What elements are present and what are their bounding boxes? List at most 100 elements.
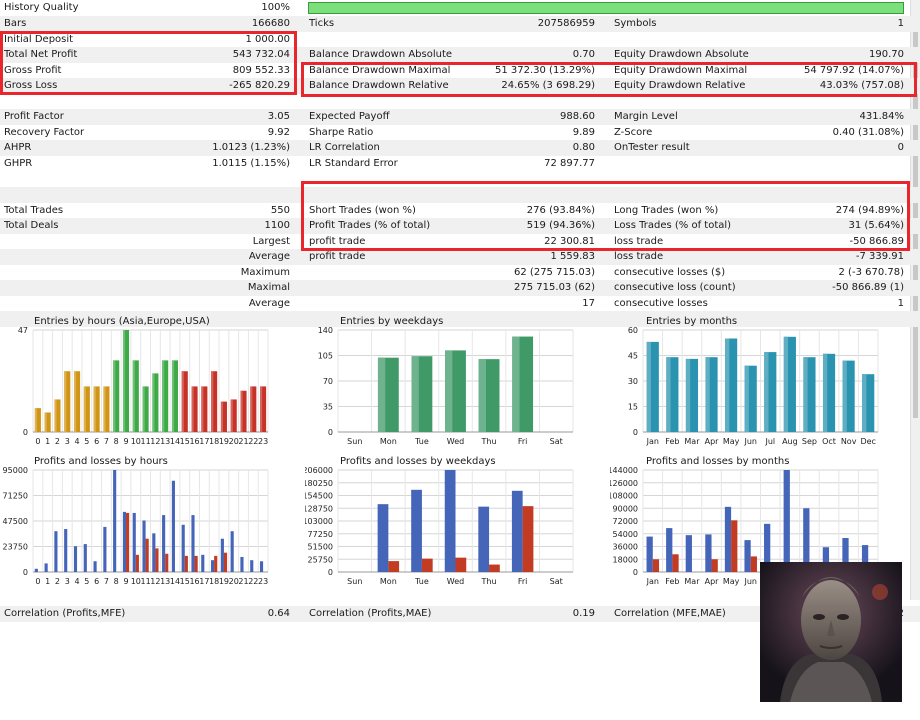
y-tick-label: 0 [23, 428, 28, 437]
cell-label: profit trade [309, 251, 366, 262]
chart-title: Profits and losses by weekdays [340, 456, 496, 467]
x-tick-label: 7 [104, 577, 109, 586]
bar-profit [171, 480, 175, 572]
report-row [0, 187, 920, 203]
x-tick-label: 18 [209, 437, 219, 446]
cell-label: consecutive losses ($) [614, 266, 726, 278]
cell-label: Recovery Factor [4, 126, 85, 138]
report-row: Total Trades 550 Short Trades (won %) 276 (… [0, 203, 920, 219]
bar-profit [54, 531, 58, 572]
y-tick-label: 77250 [308, 530, 333, 539]
cell-value: 550 [270, 204, 290, 216]
bar-profit [162, 515, 166, 572]
report-row [0, 94, 920, 110]
cell-value: 22 300.81 [544, 235, 595, 247]
bar-highlight [74, 371, 77, 432]
bar-loss [184, 555, 188, 572]
y-tick-label: 18000 [613, 555, 638, 564]
bar-highlight [862, 374, 867, 432]
x-tick-label: 9 [123, 437, 128, 446]
bar-highlight [34, 408, 37, 432]
chart-entries-weekdays: Entries by weekdays 140 105 70 35 0 Sun Mon Tue… [305, 314, 605, 454]
cell-value: 1 [897, 18, 904, 29]
bar-highlight [666, 357, 671, 432]
cell-value: 54 797.92 (14.07%) [803, 64, 904, 76]
bar-highlight [842, 360, 847, 432]
history-quality-label: History Quality [4, 2, 79, 13]
y-tick-label: 128750 [305, 504, 333, 513]
bar-highlight [64, 371, 67, 432]
bar-highlight [478, 359, 486, 432]
bar-profit [103, 526, 107, 572]
cell-label: Ticks [309, 18, 335, 29]
corr-mfe-mae-label: Correlation (MFE,MAE) [614, 608, 726, 619]
x-tick-label: 21 [238, 577, 248, 586]
cell-value: 988.60 [560, 111, 595, 122]
cell-label: consecutive loss (count) [614, 282, 736, 293]
bar-profit [377, 504, 389, 572]
bar-profit [666, 528, 673, 572]
cell-value: -265 820.29 [229, 80, 290, 91]
y-tick-label: 0 [328, 428, 333, 437]
bar-profit [744, 540, 751, 572]
x-tick-label: 20 [229, 577, 239, 586]
x-tick-label: 3 [65, 437, 70, 446]
cell-value: 72 897.77 [544, 157, 595, 169]
cell-value: 31 (5.64%) [848, 220, 904, 231]
x-tick-label: Fri [518, 437, 528, 446]
cell-value: 62 (275 715.03) [514, 266, 595, 278]
x-tick-label: 14 [170, 437, 180, 446]
y-tick-label: 154500 [305, 492, 333, 501]
cell-label: OnTester result [614, 142, 690, 153]
x-tick-label: 17 [199, 577, 209, 586]
x-tick-label: May [723, 577, 740, 586]
bar-highlight [54, 399, 57, 432]
cell-value: 190.70 [869, 49, 904, 60]
cell-value: 9.92 [267, 126, 290, 138]
y-tick-label: 95000 [3, 466, 28, 475]
x-tick-label: 23 [258, 437, 268, 446]
x-tick-label: Dec [860, 437, 875, 446]
y-tick-label: 206000 [305, 466, 333, 475]
y-tick-label: 0 [328, 568, 333, 577]
x-tick-label: 6 [94, 437, 99, 446]
report-row: Profit Factor 3.05 Expected Payoff 988.60 Ma… [0, 109, 920, 125]
bar-loss [165, 553, 169, 572]
bar-profit [705, 534, 712, 572]
cell-value: -50 866.89 [849, 235, 904, 247]
chart-title: Entries by months [646, 316, 738, 327]
y-tick-label: 0 [23, 568, 28, 577]
x-tick-label: 11 [141, 577, 151, 586]
bar-profit [93, 561, 97, 572]
report-row: Average 17 consecutive losses 1 [0, 296, 920, 312]
bar-profit [230, 531, 234, 572]
x-tick-label: 12 [150, 437, 160, 446]
chart-title: Entries by hours (Asia,Europe,USA) [34, 316, 210, 327]
bar-loss [711, 559, 718, 572]
x-tick-label: 4 [75, 437, 80, 446]
bar-highlight [822, 353, 828, 432]
x-tick-label: Mar [684, 577, 700, 586]
bar-loss [672, 554, 679, 572]
x-tick-label: 9 [123, 577, 128, 586]
bar-loss [652, 559, 660, 572]
cell-value: 51 372.30 (13.29%) [494, 64, 595, 76]
bar-profit [113, 470, 117, 572]
bar-profit [220, 538, 224, 572]
x-tick-label: Fri [518, 577, 528, 586]
cell-value: 809 552.33 [232, 64, 290, 76]
bar-loss [489, 564, 500, 572]
x-tick-label: Thu [481, 577, 497, 586]
cell-label: Total Deals [4, 220, 59, 231]
cell-value: Largest [252, 235, 290, 247]
cell-value: 276 (93.84%) [526, 204, 595, 216]
x-tick-label: 4 [75, 577, 80, 586]
bar-profit [724, 506, 732, 572]
x-tick-label: 5 [84, 437, 89, 446]
report-row: Gross Profit 809 552.33 Balance Drawdown M… [0, 63, 920, 79]
cell-label: Profit Factor [4, 111, 64, 122]
chart-entries-hours: Entries by hours (Asia,Europe,USA) 47 0 0 1… [0, 314, 300, 454]
bar-highlight [171, 360, 175, 432]
x-tick-label: 12 [150, 577, 160, 586]
bar-highlight [211, 371, 214, 432]
